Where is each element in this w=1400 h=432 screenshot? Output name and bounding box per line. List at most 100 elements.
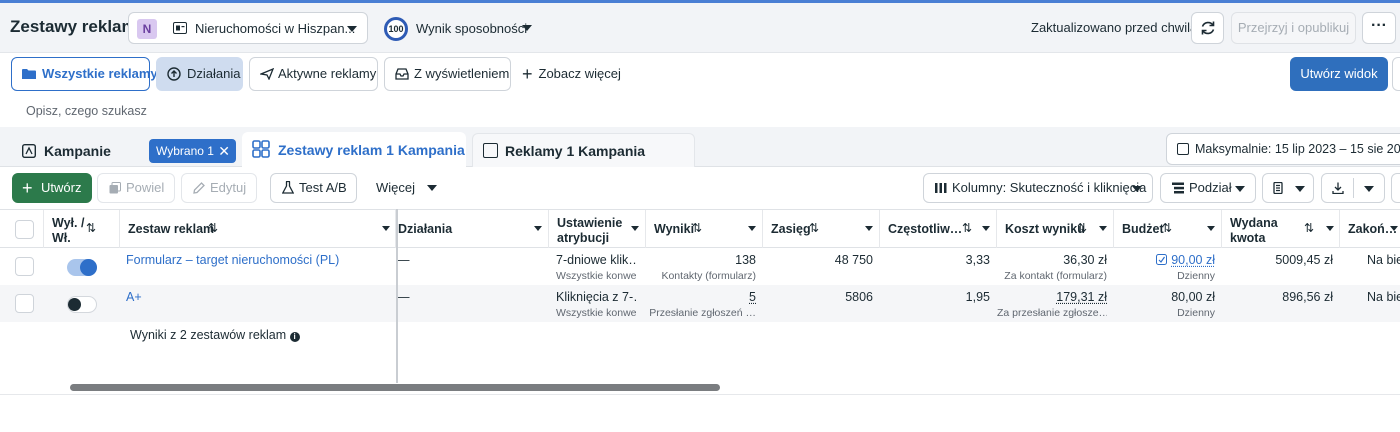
close-icon[interactable]: ✕ (218, 139, 230, 163)
account-selector[interactable]: N Nieruchomości w Hiszpan... (128, 12, 368, 44)
row-checkbox[interactable] (15, 294, 34, 313)
header-reach[interactable]: Zasięg ⇅ (763, 210, 880, 248)
header-actions[interactable]: Działania (396, 210, 549, 248)
filter-label: Działania (187, 66, 241, 81)
selected-badge[interactable]: Wybrano 1 ✕ (149, 139, 236, 163)
ad-icon (483, 143, 498, 158)
folder-icon (22, 69, 36, 79)
cost-cell[interactable]: 179,31 zł (997, 290, 1107, 304)
view-options-button[interactable] (1392, 57, 1400, 91)
header-onoff[interactable]: Wył. / Wł. ⇅ (44, 210, 120, 248)
header-attribution[interactable]: Ustawienie atrybucji (549, 210, 646, 248)
caret-down-icon[interactable] (865, 226, 873, 231)
select-all-checkbox[interactable] (15, 220, 34, 239)
caret-down-icon[interactable] (982, 226, 990, 231)
more-actions-dropdown[interactable]: Więcej (376, 180, 437, 195)
opportunity-score-badge: 100 (384, 17, 408, 41)
caret-down-icon[interactable] (1099, 226, 1107, 231)
header-budget[interactable]: Budżet ⇅ (1114, 210, 1222, 248)
sort-icon[interactable]: ⇅ (962, 221, 972, 235)
sort-icon[interactable]: ⇅ (1304, 221, 1314, 235)
delivery-toggle[interactable] (67, 296, 97, 313)
more-options-button[interactable]: ··· (1362, 12, 1396, 44)
duplicate-button[interactable]: Powiel (97, 173, 175, 203)
send-icon (260, 68, 274, 80)
ad-account-icon (173, 22, 187, 34)
tab-ads[interactable]: Reklamy 1 Kampania (472, 133, 695, 167)
chevron-down-icon (426, 185, 437, 191)
results-cell[interactable]: 5 (646, 290, 756, 304)
see-more-filters-button[interactable]: + Zobacz więcej (522, 64, 621, 85)
info-icon[interactable]: i (289, 332, 300, 342)
toolbar-overflow-button[interactable] (1391, 173, 1400, 203)
ends-cell: Na bie (1367, 253, 1400, 267)
frozen-column-divider (396, 209, 398, 383)
header-ends[interactable]: Zakoń… (1340, 210, 1400, 248)
sort-icon[interactable]: ⇅ (1162, 221, 1172, 235)
sort-icon[interactable]: ⇅ (809, 221, 819, 235)
reports-dropdown[interactable] (1262, 173, 1314, 203)
create-view-button[interactable]: Utwórz widok (1290, 57, 1388, 91)
attribution-cell: 7-dniowe klik… (556, 253, 636, 267)
refresh-button[interactable] (1191, 12, 1224, 44)
date-range-picker[interactable]: Maksymalnie: 15 lip 2023 – 15 sie 2026 (1166, 133, 1400, 165)
filter-with-impressions[interactable]: Z wyświetleniem (384, 57, 511, 91)
search-input[interactable]: Opisz, czego szukasz (26, 104, 147, 118)
header-label: Ustawienie atrybucji (557, 216, 623, 245)
adsets-table: Wył. / Wł. ⇅ Zestaw reklam ⇅ Działania Ust… (0, 209, 1400, 432)
results-cell: 138 (735, 253, 756, 267)
caret-down-icon[interactable] (631, 226, 639, 231)
header-results[interactable]: Wyniki ⇅ (646, 210, 763, 248)
header-select-all (0, 210, 44, 248)
table-toolbar: + Utwórz Powiel Edytuj Test A/B Więcej Ko… (0, 168, 1400, 208)
delivery-toggle[interactable] (67, 259, 97, 276)
adset-name-link[interactable]: Formularz – target nieruchomości (PL) (126, 253, 339, 267)
adset-name-link[interactable]: A+ (126, 290, 142, 304)
review-publish-button[interactable]: Przejrzyj i opublikuj (1231, 12, 1356, 44)
sort-icon[interactable]: ⇅ (692, 221, 702, 235)
sort-icon[interactable]: ⇅ (1077, 221, 1087, 235)
more-actions-label: Więcej (376, 180, 416, 195)
export-button[interactable] (1321, 173, 1385, 203)
caret-down-icon[interactable] (1326, 226, 1334, 231)
sort-icon[interactable]: ⇅ (86, 221, 96, 235)
campaign-icon (22, 144, 36, 158)
caret-down-icon[interactable] (748, 226, 756, 231)
filter-active-ads[interactable]: Aktywne reklamy (249, 57, 378, 91)
caret-down-icon[interactable] (1207, 226, 1215, 231)
table-row[interactable]: A+ — Kliknięcia z 7-… Wszystkie konwe… 5… (0, 285, 1400, 322)
caret-down-icon[interactable] (382, 226, 390, 231)
breakdown-dropdown[interactable]: Podział (1160, 173, 1256, 203)
inbox-icon (395, 68, 409, 80)
tab-campaigns[interactable]: Kampanie Wybrano 1 ✕ (10, 133, 236, 167)
update-status: Zaktualizowano przed chwilą (1031, 20, 1198, 35)
table-row[interactable]: Formularz – target nieruchomości (PL) — … (0, 248, 1400, 285)
budget-cell[interactable]: 90,00 zł (1114, 253, 1215, 267)
row-checkbox[interactable] (15, 257, 34, 276)
horizontal-scrollbar[interactable] (70, 384, 720, 391)
breakdown-label: Podział (1189, 180, 1232, 195)
caret-down-icon[interactable] (1390, 226, 1398, 231)
sort-icon[interactable]: ⇅ (208, 221, 218, 235)
filter-all-ads[interactable]: Wszystkie reklamy (11, 57, 158, 91)
edit-button[interactable]: Edytuj (181, 173, 257, 203)
header-cost-per-result[interactable]: Koszt wyniku ⇅ (997, 210, 1114, 248)
header-adset-name[interactable]: Zestaw reklam ⇅ (120, 210, 396, 248)
cost-sub: Za przesłanie zgłosze… (997, 307, 1107, 319)
header-label: Wyniki (654, 222, 695, 236)
flask-icon (282, 181, 294, 194)
tab-label: Kampanie (44, 143, 111, 159)
filter-actions[interactable]: Działania (156, 57, 243, 91)
table-header: Wył. / Wł. ⇅ Zestaw reklam ⇅ Działania Ust… (0, 209, 1400, 248)
columns-dropdown[interactable]: Kolumny: Skuteczność i kliknięcia (923, 173, 1153, 203)
see-more-label: Zobacz więcej (538, 66, 621, 81)
header-frequency[interactable]: Częstotliw… ⇅ (880, 210, 997, 248)
header-amount-spent[interactable]: Wydana kwota ⇅ (1222, 210, 1340, 248)
caret-down-icon[interactable] (534, 226, 542, 231)
search-bar[interactable]: Opisz, czego szukasz (10, 97, 1400, 125)
duplicate-label: Powiel (126, 180, 165, 195)
budget-cell: 80,00 zł (1171, 290, 1215, 304)
ab-test-button[interactable]: Test A/B (270, 173, 357, 203)
tab-adsets[interactable]: Zestawy reklam 1 Kampania (242, 132, 466, 168)
create-button[interactable]: + Utwórz (12, 173, 92, 203)
